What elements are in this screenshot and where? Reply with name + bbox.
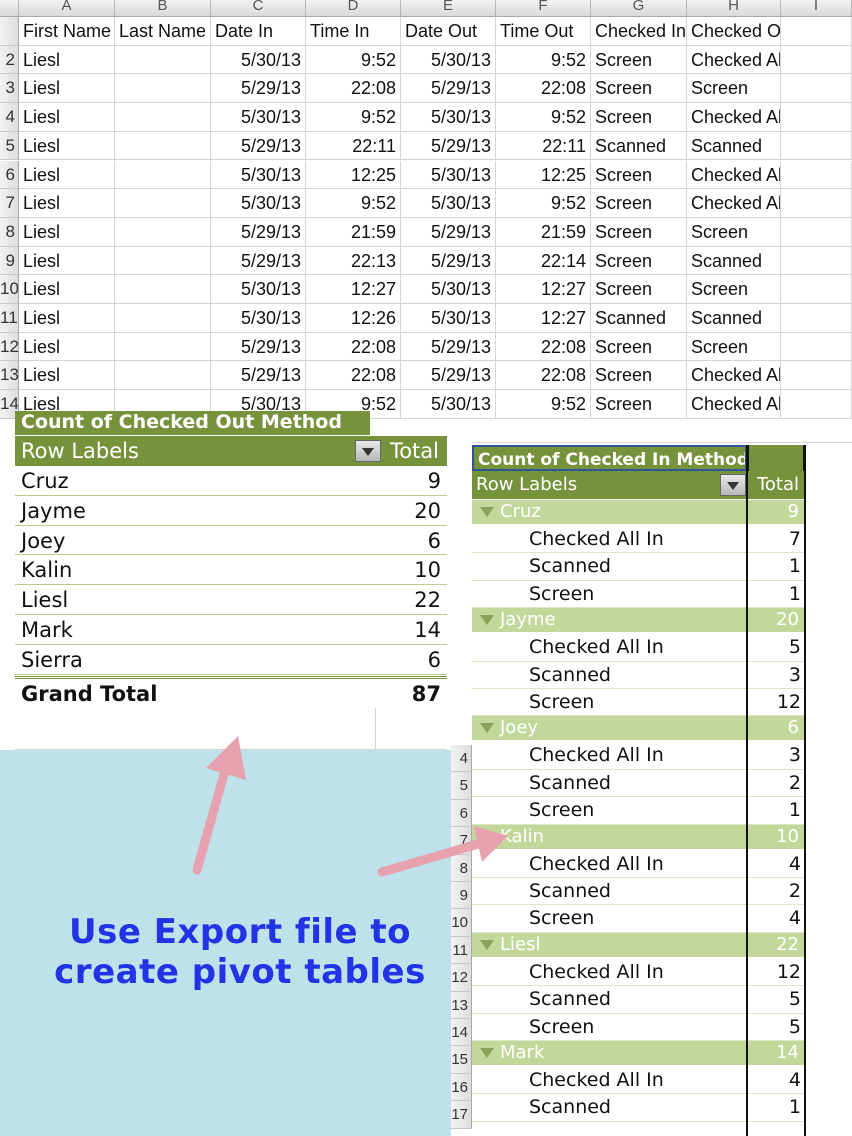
arrow-up-icon xyxy=(192,736,246,875)
annotation-arrows xyxy=(192,736,508,877)
spreadsheet-window: ABCDEFGHI First Name Last Name Date In Time… xyxy=(0,0,852,1136)
arrow-right-icon xyxy=(377,826,508,877)
